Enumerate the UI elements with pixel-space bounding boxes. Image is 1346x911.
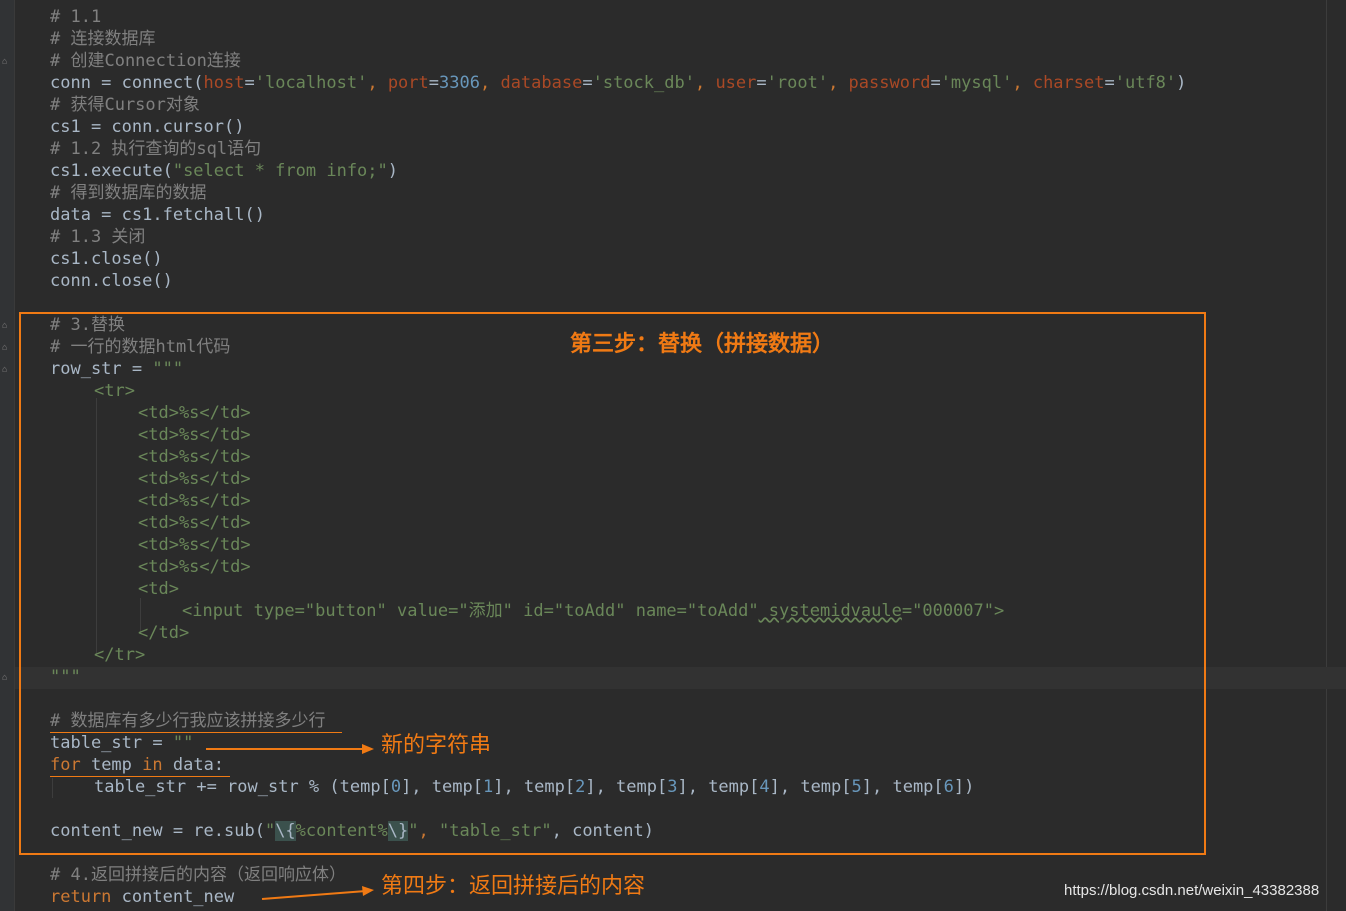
arrow-to-new-string (206, 744, 374, 754)
watermark: https://blog.csdn.net/weixin_43382388 (1064, 882, 1320, 899)
code-editor[interactable]: ⌂ ⌂ ⌂ ⌂ ⌂ # 1.1 # 连接数据库 # 创建Connection连接… (0, 0, 1346, 911)
annotation-arrows (206, 744, 374, 900)
arrow-to-step4 (261, 886, 374, 900)
